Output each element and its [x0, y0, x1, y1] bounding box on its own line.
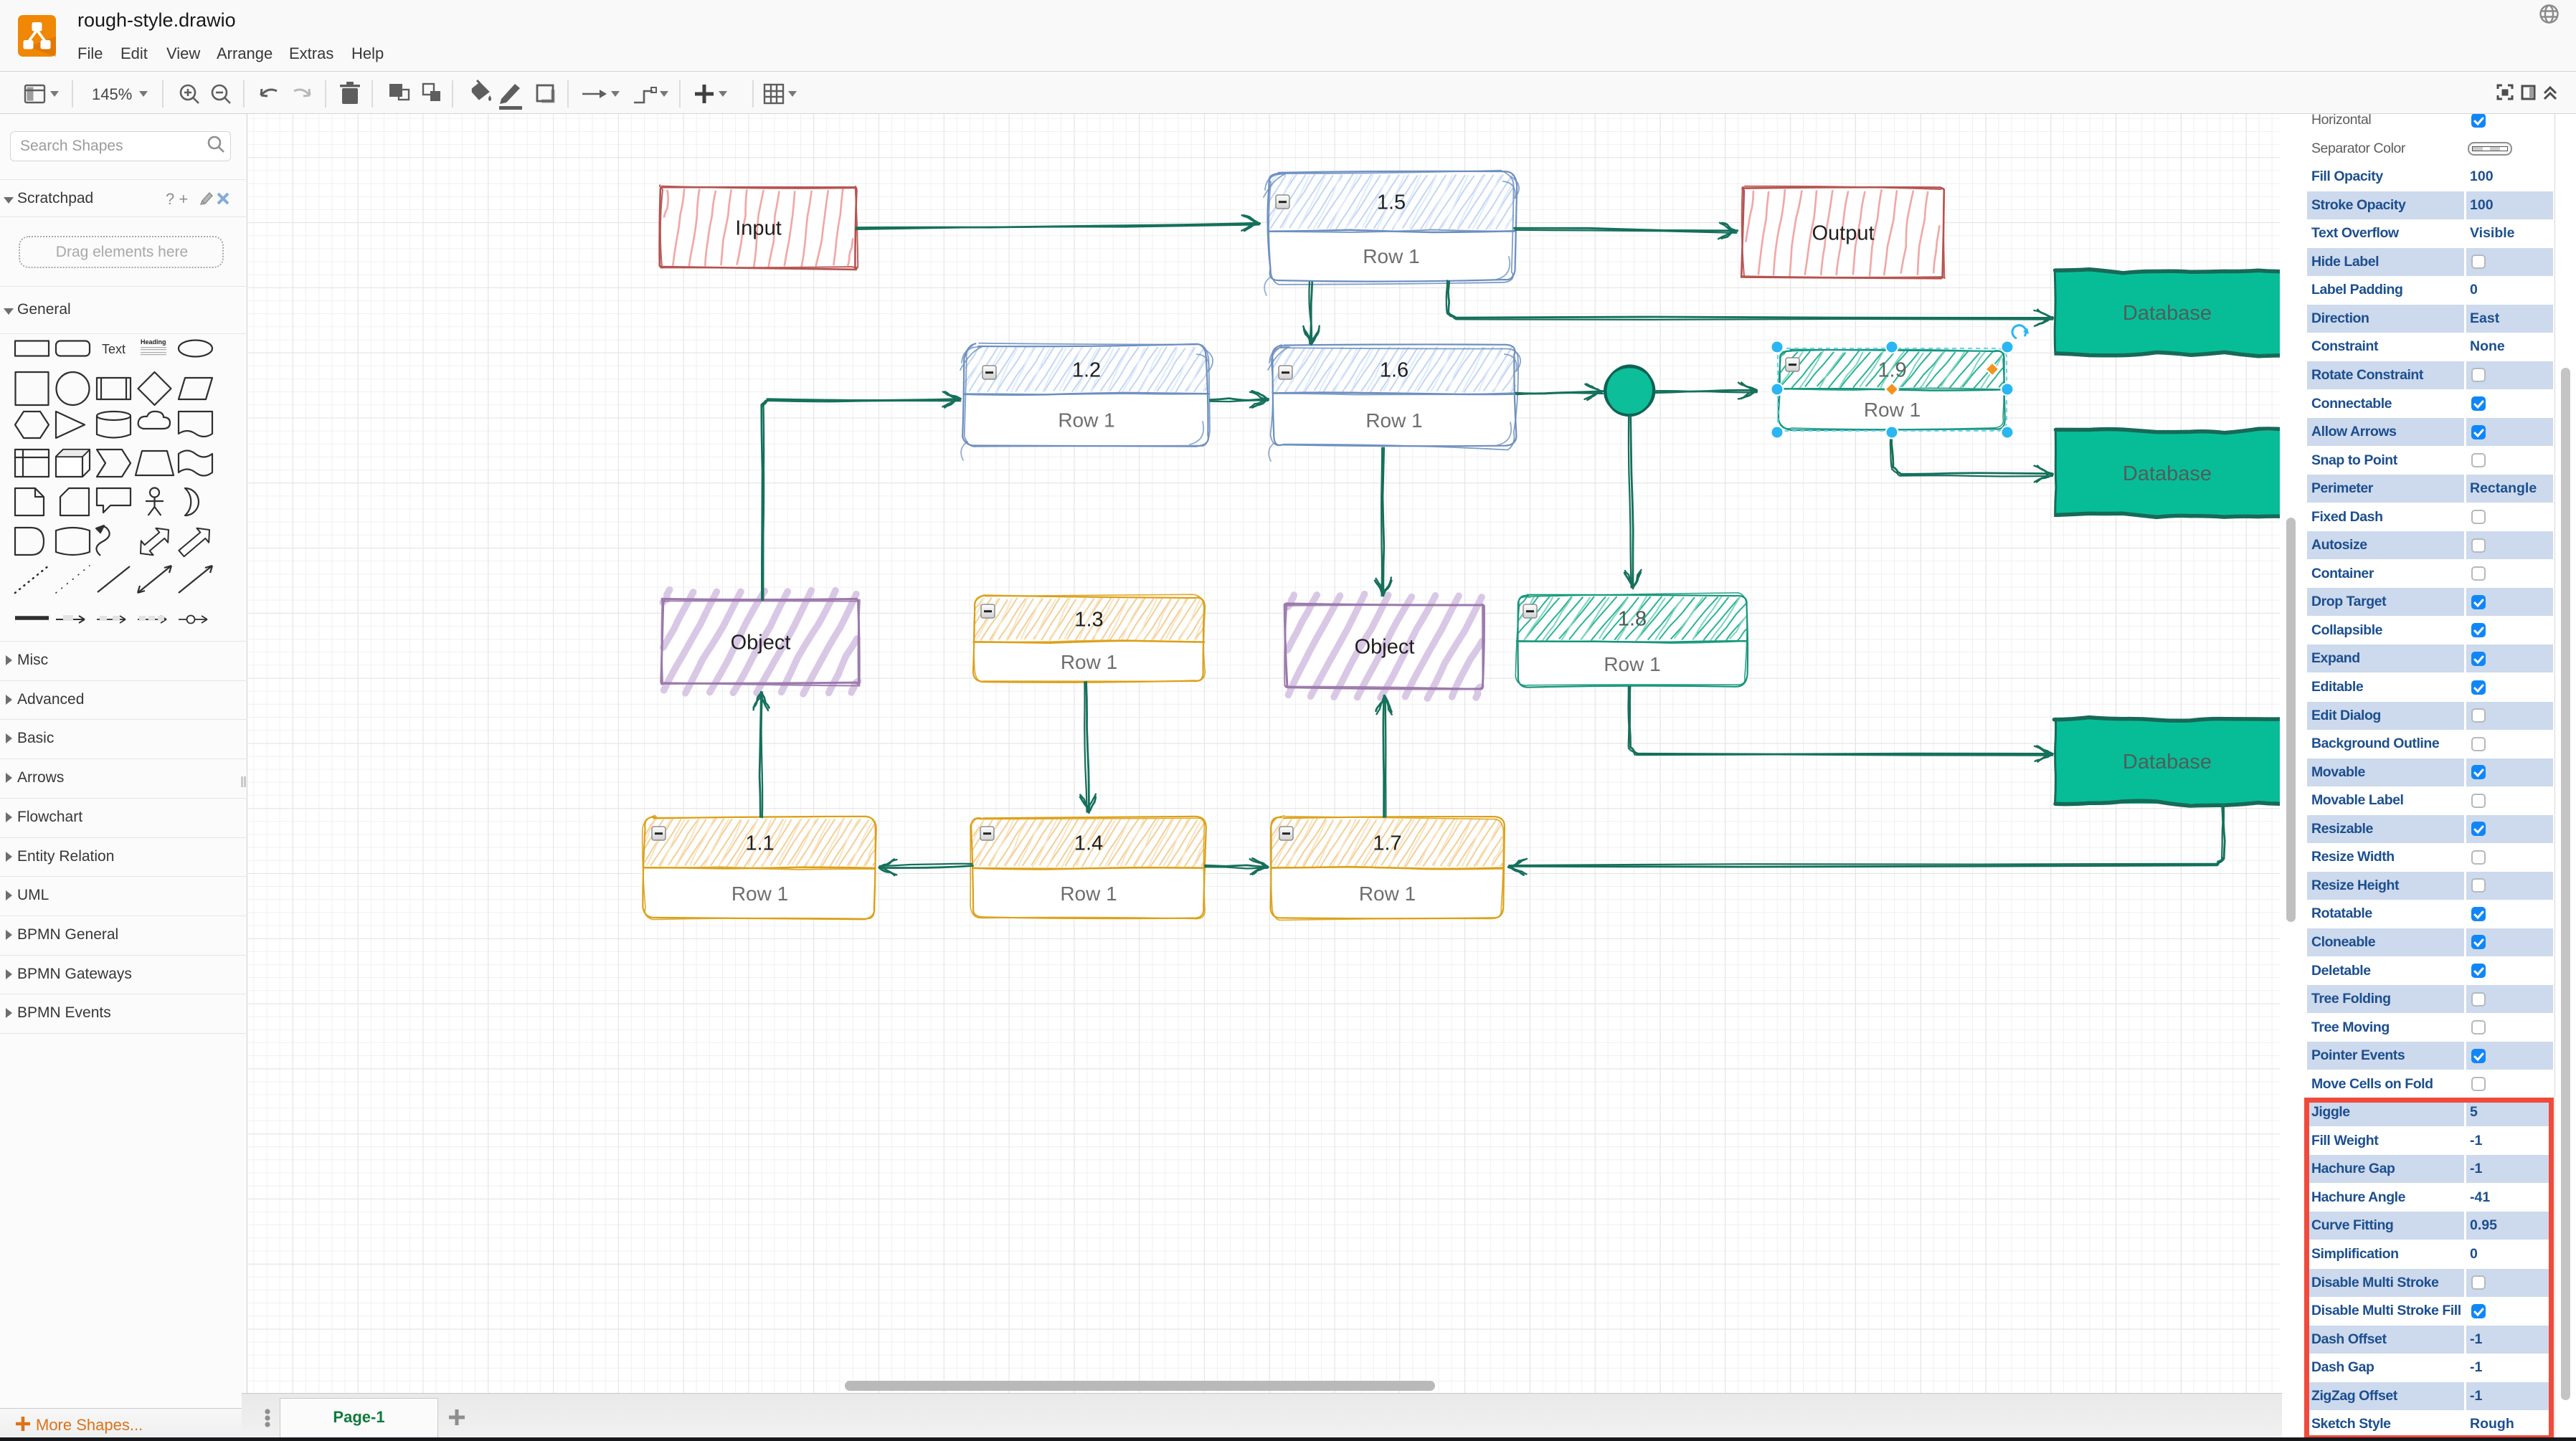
svg-text:1.1: 1.1 [745, 832, 774, 855]
svg-text:Row 1: Row 1 [1061, 651, 1117, 673]
svg-text:Text: Text [102, 342, 126, 356]
svg-text:Object: Object [731, 632, 791, 655]
svg-text:Row 1: Row 1 [1058, 409, 1114, 432]
svg-text:Row 1: Row 1 [731, 883, 788, 905]
svg-text:1.9: 1.9 [1877, 359, 1906, 382]
svg-text:Row 1: Row 1 [1604, 653, 1660, 675]
svg-text:1.5: 1.5 [1377, 191, 1406, 214]
svg-text:145%: 145% [92, 85, 132, 103]
svg-text:Object: Object [1355, 636, 1415, 659]
svg-text:Row 1: Row 1 [1363, 245, 1419, 267]
svg-text:Database: Database [2123, 302, 2212, 325]
svg-text:Row 1: Row 1 [1060, 883, 1117, 905]
svg-text:1.7: 1.7 [1373, 832, 1401, 855]
svg-text:Database: Database [2123, 462, 2212, 485]
svg-text:1.3: 1.3 [1074, 609, 1103, 632]
svg-text:1.8: 1.8 [1618, 608, 1647, 631]
svg-text:1.2: 1.2 [1072, 359, 1101, 382]
svg-text:1.4: 1.4 [1074, 832, 1103, 855]
svg-text:1.6: 1.6 [1380, 359, 1408, 382]
svg-text:Database: Database [2123, 751, 2212, 774]
svg-text:Heading: Heading [141, 338, 166, 346]
svg-text:Row 1: Row 1 [1359, 883, 1416, 905]
svg-text:Output: Output [1812, 222, 1874, 245]
svg-text:Input: Input [735, 217, 782, 240]
svg-text:Row 1: Row 1 [1365, 409, 1422, 432]
svg-text:Row 1: Row 1 [1864, 399, 1921, 421]
